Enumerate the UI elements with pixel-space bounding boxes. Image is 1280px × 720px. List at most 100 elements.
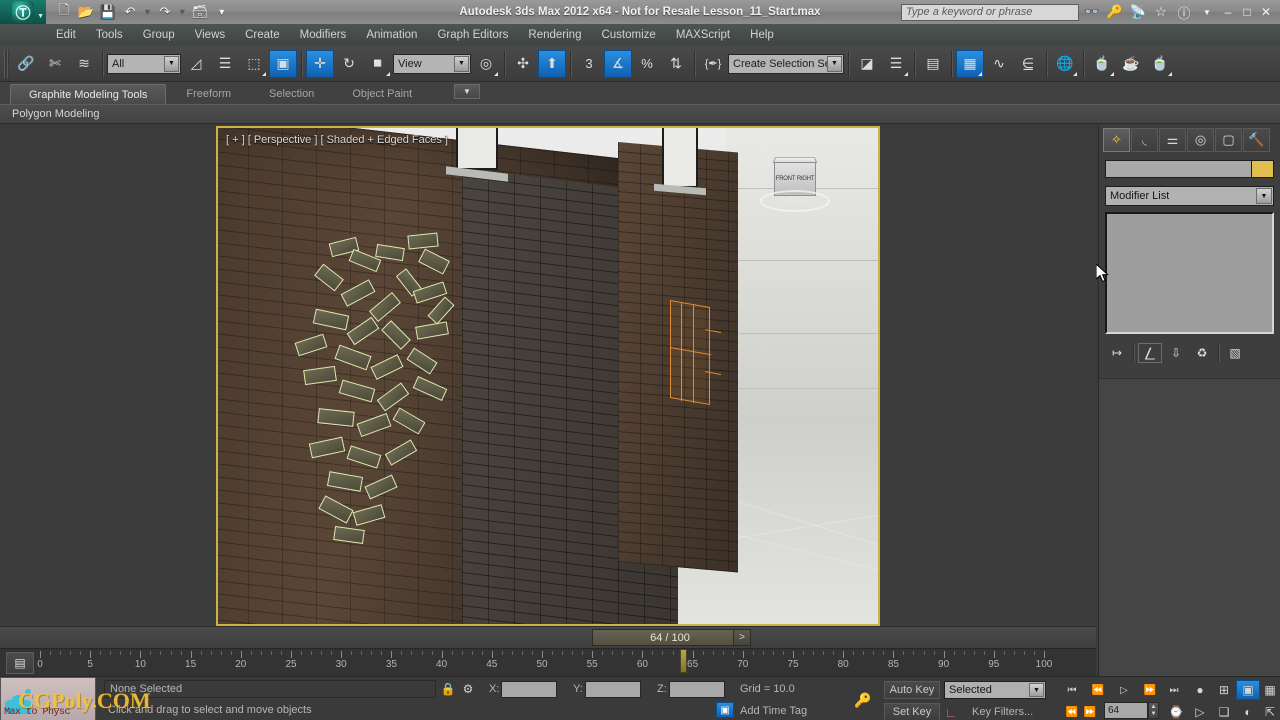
zoom-region-icon[interactable]: ▦: [1258, 680, 1280, 700]
key-mode-icon[interactable]: 🔑: [852, 691, 874, 709]
redo-icon[interactable]: ↷: [155, 2, 175, 22]
help-dropdown-icon[interactable]: ▼: [1197, 2, 1217, 22]
application-menu-button[interactable]: Ⓣ ▼: [0, 0, 46, 24]
current-frame-spinner[interactable]: ▲ ▼: [1148, 702, 1159, 719]
curve-editor-icon[interactable]: ∿: [985, 50, 1013, 78]
menu-item-animation[interactable]: Animation: [356, 24, 427, 46]
object-color-swatch[interactable]: [1252, 160, 1274, 178]
bind-to-space-warp-icon[interactable]: ≋: [70, 50, 98, 78]
named-selection-set-dropdown[interactable]: Create Selection Set ▼: [728, 53, 844, 74]
angle-snap-toggle-icon[interactable]: ∡: [604, 49, 632, 78]
menu-item-help[interactable]: Help: [740, 24, 784, 46]
zoom-extents-icon[interactable]: ▣: [1236, 680, 1260, 700]
maximize-viewport-icon[interactable]: ⇱: [1258, 702, 1280, 720]
add-time-tag-label[interactable]: Add Time Tag: [740, 705, 807, 717]
schematic-view-icon[interactable]: ⋸: [1014, 50, 1042, 78]
display-tab[interactable]: ▢: [1215, 128, 1242, 152]
viewcube[interactable]: FRONT RIGHT: [758, 156, 832, 218]
select-and-manipulate-icon[interactable]: ✣: [509, 50, 537, 78]
selection-filter-dropdown[interactable]: All ▼: [107, 53, 181, 74]
current-frame-field[interactable]: 64: [1104, 702, 1148, 719]
play-animation-button[interactable]: ▷: [1112, 680, 1136, 700]
show-end-result-icon[interactable]: ⎳: [1138, 343, 1162, 363]
maximize-button[interactable]: □: [1239, 2, 1255, 22]
rectangular-selection-region-icon[interactable]: ⬚: [240, 50, 268, 78]
select-object-icon[interactable]: ◿: [182, 50, 210, 78]
ribbon-panel-label-polygon-modeling[interactable]: Polygon Modeling: [12, 108, 99, 120]
motion-tab[interactable]: ◎: [1187, 128, 1214, 152]
time-tag-icon[interactable]: ▣: [716, 702, 734, 718]
menu-item-tools[interactable]: Tools: [86, 24, 133, 46]
zoom-icon[interactable]: ▷: [1188, 702, 1212, 720]
create-tab[interactable]: ✧: [1103, 128, 1130, 152]
scene-door-frame-object[interactable]: [670, 300, 721, 406]
menu-item-maxscript[interactable]: MAXScript: [666, 24, 740, 46]
key-filters-button[interactable]: Key Filters...: [972, 706, 1033, 718]
utilities-tab[interactable]: 🔨: [1243, 128, 1270, 152]
absolute-relative-transform-icon[interactable]: ⚙: [460, 681, 476, 697]
ribbon-tab-object-paint[interactable]: Object Paint: [334, 84, 430, 104]
select-and-move-icon[interactable]: ✛: [306, 49, 334, 78]
menu-item-group[interactable]: Group: [133, 24, 185, 46]
ribbon-tab-freeform[interactable]: Freeform: [168, 84, 249, 104]
edit-named-selection-sets-icon[interactable]: {✒}: [699, 50, 727, 78]
lock-selection-icon[interactable]: 🔒: [440, 681, 456, 697]
new-file-icon[interactable]: 🗋: [54, 2, 74, 22]
open-file-icon[interactable]: 📂: [76, 2, 96, 22]
undo-icon[interactable]: ↶: [120, 2, 140, 22]
next-frame-arrow[interactable]: >: [733, 629, 751, 646]
render-production-icon[interactable]: ☕: [1117, 50, 1145, 78]
go-to-start-button[interactable]: ⏮: [1060, 680, 1084, 700]
undo-dropdown-icon[interactable]: ▼: [142, 7, 153, 17]
menu-item-create[interactable]: Create: [235, 24, 290, 46]
modifier-stack-list[interactable]: [1105, 212, 1274, 334]
hierarchy-tab[interactable]: ⚌: [1159, 128, 1186, 152]
unlink-selection-icon[interactable]: ✄: [41, 50, 69, 78]
auto-key-button[interactable]: Auto Key: [884, 681, 940, 699]
key-mode-toggle-icon[interactable]: ●: [1188, 680, 1212, 700]
next-frame-button[interactable]: ⏩: [1138, 680, 1162, 700]
orbit-icon[interactable]: ◐: [1236, 702, 1260, 720]
material-editor-icon[interactable]: ▦: [956, 49, 984, 78]
next-key-button[interactable]: ⏩: [1078, 702, 1102, 720]
previous-frame-button[interactable]: ⏪: [1086, 680, 1110, 700]
time-slider-handle[interactable]: 64 / 100: [592, 629, 748, 646]
viewcube-compass-ring[interactable]: [760, 190, 830, 212]
menu-item-rendering[interactable]: Rendering: [518, 24, 591, 46]
go-to-end-button[interactable]: ⏭: [1162, 680, 1186, 700]
menu-item-edit[interactable]: Edit: [46, 24, 86, 46]
object-name-input[interactable]: [1105, 160, 1252, 178]
configure-modifier-sets-icon[interactable]: ▧: [1223, 343, 1247, 363]
toolbar-grip[interactable]: [4, 49, 9, 78]
time-configuration-icon[interactable]: ⌚: [1164, 702, 1188, 720]
set-key-button[interactable]: Set Key: [884, 703, 940, 720]
help-icon[interactable]: ⓘ: [1174, 2, 1194, 22]
home-icon[interactable]: ⌂: [789, 134, 796, 148]
window-crossing-toggle-icon[interactable]: ▣: [269, 49, 297, 78]
set-project-folder-icon[interactable]: 🗃: [190, 2, 210, 22]
viewport-label[interactable]: [ + ] [ Perspective ] [ Shaded + Edged F…: [226, 134, 448, 146]
close-button[interactable]: ✕: [1258, 2, 1274, 22]
select-and-link-icon[interactable]: 🔗: [12, 50, 40, 78]
coord-input-z[interactable]: [669, 681, 725, 698]
menu-item-graph-editors[interactable]: Graph Editors: [427, 24, 518, 46]
spinner-snap-toggle-icon[interactable]: ⇅: [662, 50, 690, 78]
pan-view-icon[interactable]: ❑: [1212, 702, 1236, 720]
mirror-icon[interactable]: ◪: [853, 50, 881, 78]
customize-qat-icon[interactable]: ▼: [212, 2, 232, 22]
menu-item-customize[interactable]: Customize: [591, 24, 665, 46]
set-key-filter-dropdown[interactable]: Selected ▼: [944, 681, 1046, 699]
coord-input-x[interactable]: [501, 681, 557, 698]
select-by-name-icon[interactable]: ☰: [211, 50, 239, 78]
ribbon-tab-selection[interactable]: Selection: [251, 84, 332, 104]
select-and-scale-icon[interactable]: ◽: [364, 50, 392, 78]
percent-snap-toggle-icon[interactable]: %: [633, 50, 661, 78]
search-input[interactable]: Type a keyword or phrase: [901, 3, 1079, 21]
modifier-list-dropdown[interactable]: Modifier List ▼: [1105, 186, 1274, 206]
time-slider-marker[interactable]: [679, 649, 687, 673]
mini-curve-editor-icon[interactable]: ▤: [6, 652, 34, 674]
render-setup-icon[interactable]: 🌐: [1051, 50, 1079, 78]
menu-item-modifiers[interactable]: Modifiers: [290, 24, 357, 46]
make-unique-icon[interactable]: ⇩: [1164, 343, 1188, 363]
favorites-star-icon[interactable]: ☆: [1151, 2, 1171, 22]
